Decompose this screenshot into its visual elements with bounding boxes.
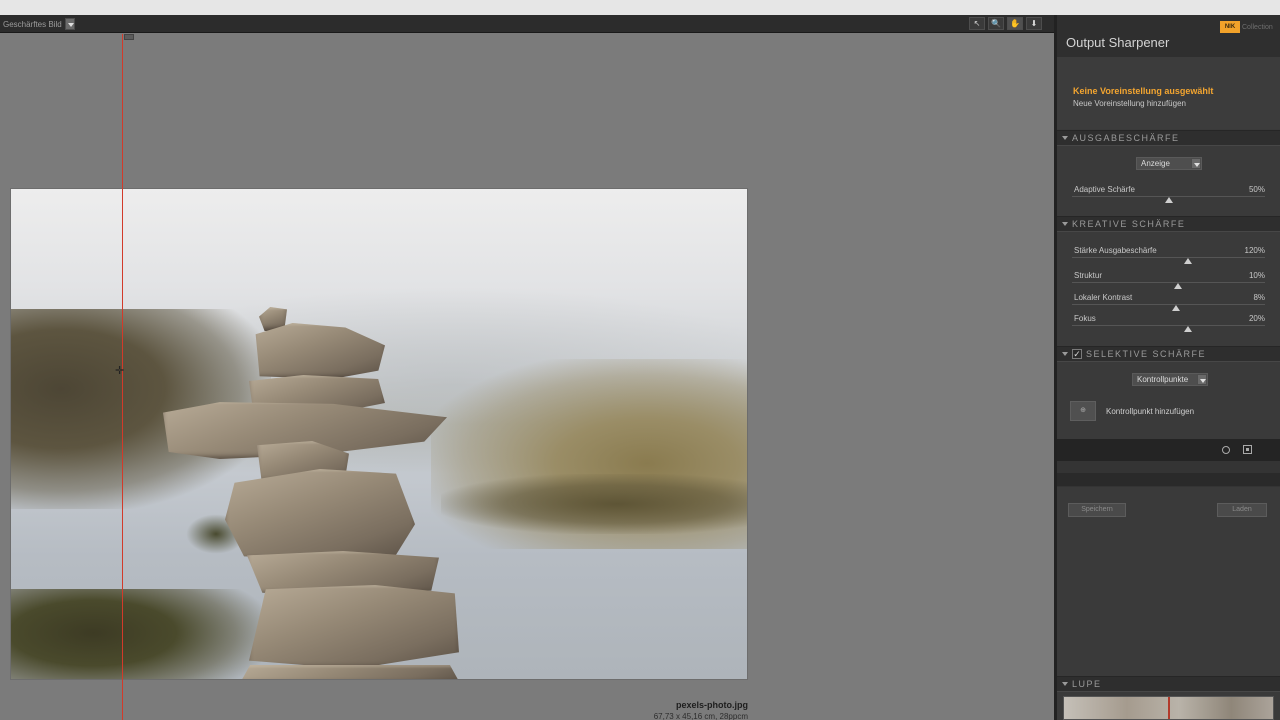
select-arrow-icon[interactable]: ↖ — [969, 17, 985, 30]
slider-label: Stärke Ausgabeschärfe — [1074, 246, 1157, 255]
slider-staerke-ausgabeschaerfe[interactable]: Stärke Ausgabeschärfe 120% — [1072, 246, 1265, 268]
loupe-split-line — [1168, 697, 1170, 719]
slider-value: 8% — [1253, 293, 1265, 302]
file-name: pexels-photo.jpg — [676, 700, 748, 710]
section-title: KREATIVE SCHÄRFE — [1072, 219, 1186, 229]
slider-value: 50% — [1248, 185, 1265, 194]
dropdown-label: Anzeige — [1141, 159, 1170, 168]
slider-label: Lokaler Kontrast — [1074, 293, 1133, 302]
slider-thumb[interactable] — [1174, 283, 1183, 289]
photo-shore — [441, 474, 747, 534]
top-strip — [0, 0, 1280, 15]
slider-label: Struktur — [1074, 271, 1103, 280]
photo-grass — [11, 589, 261, 679]
preview-image[interactable] — [10, 188, 748, 680]
collapse-triangle-icon[interactable] — [1062, 682, 1068, 686]
image-viewer: Geschärftes Bild ↖ 🔍 ✋ ⬇ ✛ pexels-photo.… — [0, 15, 1054, 720]
photo-stone — [225, 469, 415, 561]
photo-stone — [239, 665, 461, 679]
slider-label: Adaptive Schärfe — [1074, 185, 1135, 194]
brand-text: Collection — [1242, 23, 1273, 31]
viewer-tools: ↖ 🔍 ✋ ⬇ — [969, 17, 1042, 30]
add-preset-link[interactable]: Neue Voreinstellung hinzufügen — [1073, 99, 1186, 108]
section-ausgabeschaerfe[interactable]: AUSGABESCHÄRFE — [1057, 130, 1280, 146]
slider-thumb[interactable] — [1172, 305, 1181, 311]
load-button[interactable]: Laden — [1217, 503, 1267, 517]
slider-struktur[interactable]: Struktur 10% — [1072, 271, 1265, 293]
controlpoint-toolbar — [1057, 439, 1280, 461]
chevron-down-icon[interactable] — [1191, 158, 1201, 169]
move-cursor-icon: ✛ — [115, 365, 125, 377]
display-dropdown[interactable]: Anzeige — [1136, 157, 1202, 170]
section-title: LUPE — [1072, 679, 1102, 689]
slider-lokaler-kontrast[interactable]: Lokaler Kontrast 8% — [1072, 293, 1265, 315]
panel-title: Output Sharpener — [1066, 35, 1170, 50]
section-title: SELEKTIVE SCHÄRFE — [1086, 349, 1207, 359]
save-button[interactable]: Speichern — [1068, 503, 1126, 517]
view-mode-select[interactable]: Geschärftes Bild — [0, 17, 75, 31]
add-controlpoint-button[interactable]: ⊕ — [1070, 401, 1096, 421]
slider-value: 20% — [1248, 314, 1265, 323]
slider-track[interactable] — [1072, 325, 1265, 326]
preview-pane[interactable]: ✛ pexels-photo.jpg 67,73 x 45,16 cm, 28p… — [0, 34, 1054, 720]
pin-icon[interactable]: ⬇ — [1026, 17, 1042, 30]
preset-box: Keine Voreinstellung ausgewählt Neue Vor… — [1057, 57, 1280, 129]
collapse-triangle-icon[interactable] — [1062, 136, 1068, 140]
chevron-down-icon[interactable] — [64, 18, 75, 30]
photo-stone — [249, 585, 459, 669]
zoom-icon[interactable]: 🔍 — [988, 17, 1004, 30]
loupe-preview[interactable] — [1063, 696, 1274, 720]
add-controlpoint-label: Kontrollpunkt hinzufügen — [1106, 407, 1195, 416]
slider-thumb[interactable] — [1183, 326, 1192, 332]
panel-divider — [1057, 473, 1280, 486]
collapse-triangle-icon[interactable] — [1062, 222, 1068, 226]
split-line-handle[interactable] — [124, 34, 134, 40]
slider-track[interactable] — [1072, 282, 1265, 283]
section-selektive-schaerfe[interactable]: ✓ SELEKTIVE SCHÄRFE — [1057, 346, 1280, 362]
section-lupe[interactable]: LUPE — [1057, 676, 1280, 692]
viewer-toolbar: Geschärftes Bild ↖ 🔍 ✋ ⬇ — [0, 15, 1054, 33]
file-dimensions: 67,73 x 45,16 cm, 28ppcm — [653, 712, 748, 720]
panel-header: Output Sharpener NIK Collection — [1057, 15, 1280, 57]
circle-icon[interactable] — [1222, 446, 1230, 454]
brand: NIK Collection — [1220, 21, 1273, 33]
dropdown-label: Kontrollpunkte — [1137, 375, 1189, 384]
slider-value: 120% — [1244, 246, 1265, 255]
slider-fokus[interactable]: Fokus 20% — [1072, 314, 1265, 336]
split-preview-line[interactable] — [122, 34, 123, 720]
square-icon[interactable] — [1243, 445, 1252, 454]
slider-value: 10% — [1248, 271, 1265, 280]
collapse-triangle-icon[interactable] — [1062, 352, 1068, 356]
slider-adaptive-schaerfe[interactable]: Adaptive Schärfe 50% — [1072, 185, 1265, 207]
selective-enable-checkbox[interactable]: ✓ — [1072, 349, 1082, 359]
settings-panel: Output Sharpener NIK Collection Keine Vo… — [1054, 15, 1280, 720]
hand-icon[interactable]: ✋ — [1007, 17, 1023, 30]
section-title: AUSGABESCHÄRFE — [1072, 133, 1180, 143]
slider-track[interactable] — [1072, 257, 1265, 258]
view-mode-label: Geschärftes Bild — [3, 19, 62, 29]
chevron-down-icon[interactable] — [1197, 374, 1207, 385]
controlpoints-dropdown[interactable]: Kontrollpunkte — [1132, 373, 1208, 386]
slider-thumb[interactable] — [1183, 258, 1192, 264]
file-info: pexels-photo.jpg 67,73 x 45,16 cm, 28ppc… — [654, 700, 748, 720]
preset-name[interactable]: Keine Voreinstellung ausgewählt — [1073, 86, 1213, 96]
slider-label: Fokus — [1074, 314, 1096, 323]
slider-thumb[interactable] — [1164, 197, 1173, 203]
nik-logo-icon: NIK — [1220, 21, 1240, 33]
slider-track[interactable] — [1072, 304, 1265, 305]
section-kreative-schaerfe[interactable]: KREATIVE SCHÄRFE — [1057, 216, 1280, 232]
